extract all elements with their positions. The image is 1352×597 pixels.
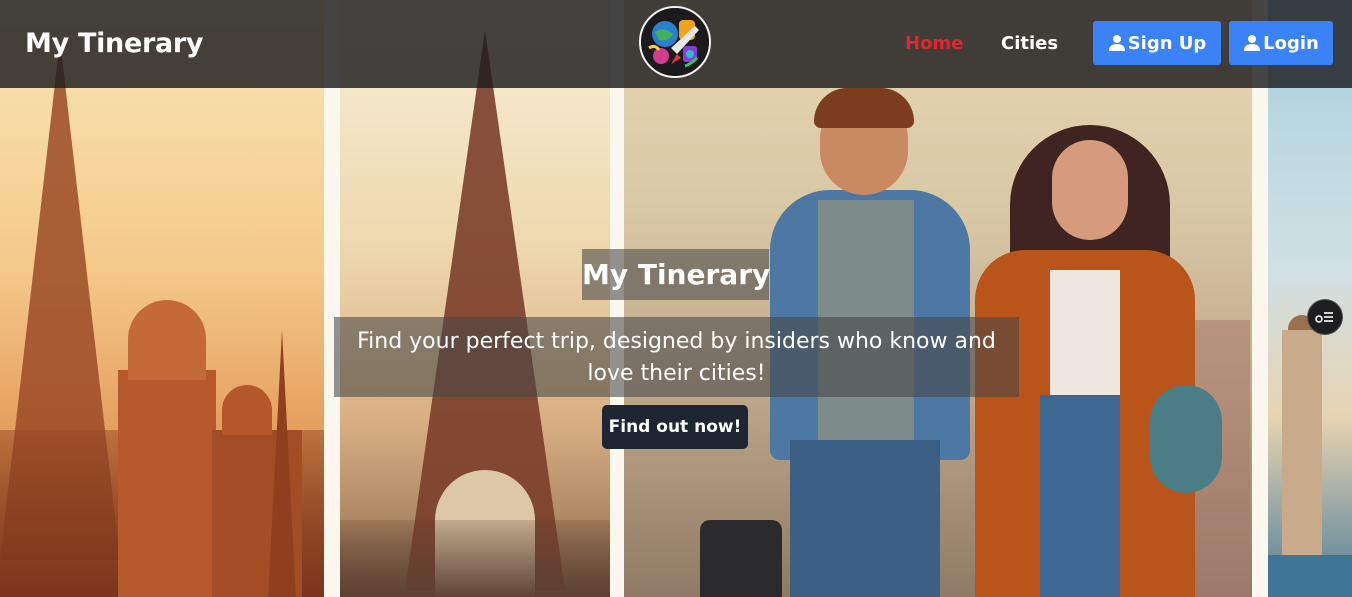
- user-icon: [1243, 34, 1261, 52]
- handbag-illustration: [1150, 385, 1222, 493]
- find-out-now-button[interactable]: Find out now!: [602, 405, 748, 449]
- woman-jeans-illustration: [1040, 395, 1120, 597]
- bg-divider: [1252, 0, 1268, 597]
- man-jeans-illustration: [790, 440, 940, 597]
- building-illustration: [118, 370, 216, 597]
- login-label: Login: [1263, 32, 1319, 54]
- bg-divider: [324, 0, 340, 597]
- suitcase-illustration: [700, 520, 782, 597]
- logo-graphic: [641, 8, 709, 76]
- page: My Tinerary Home Cities Sign Up Login My…: [0, 0, 1352, 597]
- water-illustration: [1268, 555, 1352, 597]
- street-illustration: [340, 520, 610, 597]
- dome-illustration: [222, 385, 272, 435]
- travel-logo-icon[interactable]: [639, 6, 711, 78]
- hero-subtitle: Find your perfect trip, designed by insi…: [334, 317, 1019, 397]
- user-icon: [1108, 34, 1126, 52]
- woman-face-illustration: [1052, 140, 1128, 240]
- nav-link-cities[interactable]: Cities: [1001, 32, 1058, 56]
- login-button[interactable]: Login: [1229, 21, 1333, 65]
- man-hair-illustration: [814, 88, 914, 128]
- toggle-lines-graphic: [1315, 312, 1333, 323]
- nav-link-home[interactable]: Home: [905, 32, 963, 56]
- brand-title[interactable]: My Tinerary: [25, 26, 204, 62]
- navbar: My Tinerary Home Cities Sign Up Login: [0, 0, 1352, 88]
- settings-toggle-icon[interactable]: [1307, 299, 1343, 335]
- sign-up-label: Sign Up: [1127, 32, 1207, 54]
- hero-title: My Tinerary: [582, 249, 770, 300]
- woman-top-illustration: [1050, 270, 1120, 400]
- dome-illustration: [128, 300, 206, 380]
- sign-up-button[interactable]: Sign Up: [1093, 21, 1221, 65]
- lighthouse-illustration: [1282, 330, 1322, 560]
- spire-illustration: [268, 330, 296, 597]
